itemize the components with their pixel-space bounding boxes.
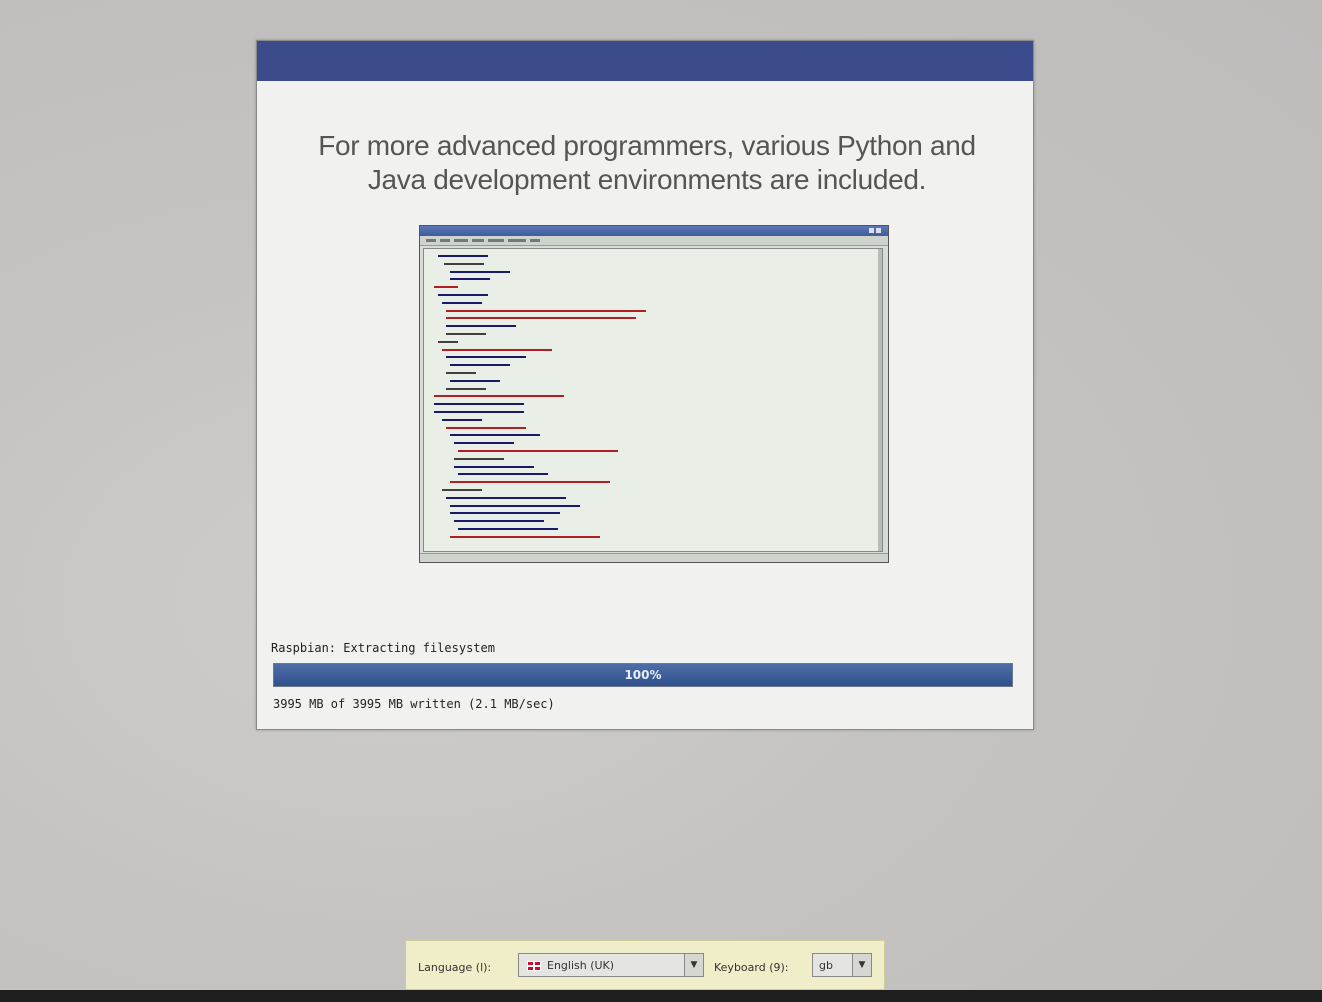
dropdown-arrow-icon[interactable]: ▼ [852, 954, 871, 976]
code-line [446, 325, 516, 328]
code-line [454, 442, 514, 445]
code-line [446, 333, 486, 335]
code-line [438, 255, 488, 257]
code-line [446, 317, 636, 320]
code-line [458, 528, 558, 530]
code-line [458, 473, 548, 476]
code-line [446, 356, 526, 359]
header-strip [257, 41, 1033, 81]
code-line [450, 379, 500, 382]
code-line [446, 426, 526, 429]
bytes-written: 3995 MB of 3995 MB written (2.1 MB/sec) [273, 697, 555, 711]
code-line [434, 403, 524, 406]
code-line [442, 301, 482, 304]
progress-status: Raspbian: Extracting filesystem [271, 641, 495, 655]
progress-percent: 100% [624, 668, 662, 682]
code-line [434, 395, 564, 398]
code-line [434, 411, 524, 413]
installer-window: For more advanced programmers, various P… [256, 40, 1034, 730]
code-line [450, 504, 580, 507]
code-line [446, 309, 646, 312]
ide-statusbar [420, 553, 888, 562]
code-line [450, 481, 610, 484]
code-line [450, 278, 490, 281]
code-line [444, 262, 484, 265]
ide-menubar [420, 236, 888, 246]
code-line [438, 340, 458, 343]
code-line [442, 348, 552, 351]
keyboard-label: Keyboard (9): [714, 961, 789, 974]
language-select[interactable]: English (UK) ▼ [518, 953, 704, 977]
progress-bar: 100% [273, 663, 1013, 687]
slide-caption: For more advanced programmers, various P… [318, 130, 976, 195]
language-label: Language (l): [418, 961, 492, 974]
code-line [446, 387, 486, 390]
code-line [450, 535, 600, 538]
code-line [454, 457, 504, 460]
ide-screenshot [419, 225, 889, 563]
code-line [450, 364, 510, 367]
code-line [442, 489, 482, 491]
code-line [434, 286, 458, 289]
code-line [454, 465, 534, 468]
keyboard-value: gb [819, 959, 833, 972]
code-line [458, 450, 618, 452]
dropdown-arrow-icon[interactable]: ▼ [684, 954, 703, 976]
screen-bottom-edge [0, 990, 1322, 1002]
code-line [438, 294, 488, 296]
code-line [450, 434, 540, 437]
keyboard-select[interactable]: gb ▼ [812, 953, 872, 977]
ide-code-editor [423, 248, 883, 552]
code-line [450, 270, 510, 273]
code-line [450, 512, 560, 515]
ide-scrollbar [878, 249, 882, 551]
code-line [454, 520, 544, 523]
uk-flag-icon [527, 961, 541, 971]
language-bar: Language (l): English (UK) ▼ Keyboard (9… [405, 940, 885, 990]
code-line [446, 496, 566, 499]
code-line [442, 418, 482, 421]
language-value: English (UK) [547, 959, 615, 972]
ide-titlebar [420, 226, 888, 236]
code-line [446, 372, 476, 374]
